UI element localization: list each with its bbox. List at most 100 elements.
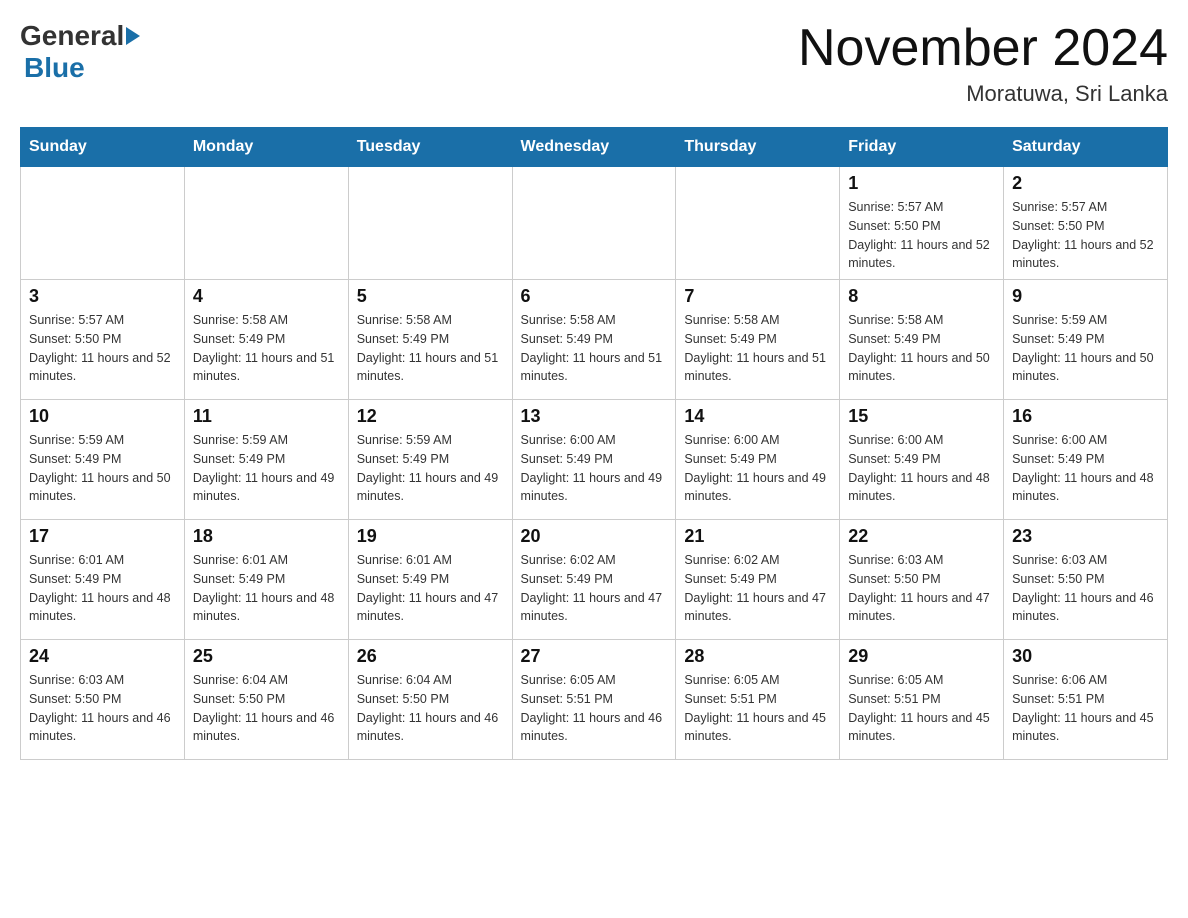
day-info: Sunrise: 5:59 AMSunset: 5:49 PMDaylight:…: [29, 431, 176, 506]
calendar-cell: 7 Sunrise: 5:58 AMSunset: 5:49 PMDaylight…: [676, 280, 840, 400]
day-number: 8: [848, 286, 995, 307]
day-number: 11: [193, 406, 340, 427]
day-number: 13: [521, 406, 668, 427]
day-number: 14: [684, 406, 831, 427]
calendar-cell: 24 Sunrise: 6:03 AMSunset: 5:50 PMDayligh…: [21, 640, 185, 760]
day-info: Sunrise: 6:03 AMSunset: 5:50 PMDaylight:…: [29, 671, 176, 746]
day-info: Sunrise: 6:00 AMSunset: 5:49 PMDaylight:…: [684, 431, 831, 506]
day-number: 24: [29, 646, 176, 667]
day-number: 26: [357, 646, 504, 667]
logo-arrow-icon: [126, 27, 140, 45]
day-number: 23: [1012, 526, 1159, 547]
calendar-cell: 14 Sunrise: 6:00 AMSunset: 5:49 PMDayligh…: [676, 400, 840, 520]
calendar-cell: 4 Sunrise: 5:58 AMSunset: 5:49 PMDaylight…: [184, 280, 348, 400]
calendar-cell: 30 Sunrise: 6:06 AMSunset: 5:51 PMDayligh…: [1004, 640, 1168, 760]
day-info: Sunrise: 5:57 AMSunset: 5:50 PMDaylight:…: [29, 311, 176, 386]
weekday-header-tuesday: Tuesday: [348, 128, 512, 167]
day-number: 21: [684, 526, 831, 547]
month-title: November 2024: [798, 20, 1168, 77]
day-number: 3: [29, 286, 176, 307]
calendar-cell: [348, 167, 512, 280]
day-info: Sunrise: 6:00 AMSunset: 5:49 PMDaylight:…: [848, 431, 995, 506]
calendar-cell: 5Sunrise: 5:58 AMSunset: 5:49 PMDaylight…: [348, 280, 512, 400]
calendar-cell: 9 Sunrise: 5:59 AMSunset: 5:49 PMDaylight…: [1004, 280, 1168, 400]
calendar-cell: [512, 167, 676, 280]
calendar-cell: [676, 167, 840, 280]
day-number: 10: [29, 406, 176, 427]
calendar-cell: 10 Sunrise: 5:59 AMSunset: 5:49 PMDayligh…: [21, 400, 185, 520]
day-info: Sunrise: 5:57 AMSunset: 5:50 PMDaylight:…: [848, 198, 995, 273]
week-row-5: 24 Sunrise: 6:03 AMSunset: 5:50 PMDayligh…: [21, 640, 1168, 760]
day-number: 19: [357, 526, 504, 547]
day-info: Sunrise: 5:59 AMSunset: 5:49 PMDaylight:…: [193, 431, 340, 506]
calendar-cell: 3 Sunrise: 5:57 AMSunset: 5:50 PMDaylight…: [21, 280, 185, 400]
day-number: 9: [1012, 286, 1159, 307]
calendar-cell: 28 Sunrise: 6:05 AMSunset: 5:51 PMDayligh…: [676, 640, 840, 760]
calendar-cell: 19 Sunrise: 6:01 AMSunset: 5:49 PMDayligh…: [348, 520, 512, 640]
day-info: Sunrise: 5:58 AMSunset: 5:49 PMDaylight:…: [357, 311, 504, 386]
calendar-cell: 16 Sunrise: 6:00 AMSunset: 5:49 PMDayligh…: [1004, 400, 1168, 520]
calendar-cell: 27 Sunrise: 6:05 AMSunset: 5:51 PMDayligh…: [512, 640, 676, 760]
day-number: 28: [684, 646, 831, 667]
calendar-cell: 21Sunrise: 6:02 AMSunset: 5:49 PMDayligh…: [676, 520, 840, 640]
calendar-table: SundayMondayTuesdayWednesdayThursdayFrid…: [20, 127, 1168, 760]
day-info: Sunrise: 5:59 AMSunset: 5:49 PMDaylight:…: [1012, 311, 1159, 386]
day-info: Sunrise: 5:59 AMSunset: 5:49 PMDaylight:…: [357, 431, 504, 506]
location: Moratuwa, Sri Lanka: [798, 81, 1168, 107]
weekday-header-saturday: Saturday: [1004, 128, 1168, 167]
weekday-header-row: SundayMondayTuesdayWednesdayThursdayFrid…: [21, 128, 1168, 167]
week-row-4: 17 Sunrise: 6:01 AMSunset: 5:49 PMDayligh…: [21, 520, 1168, 640]
day-info: Sunrise: 6:03 AMSunset: 5:50 PMDaylight:…: [848, 551, 995, 626]
day-info: Sunrise: 6:02 AMSunset: 5:49 PMDaylight:…: [521, 551, 668, 626]
day-info: Sunrise: 6:01 AMSunset: 5:49 PMDaylight:…: [29, 551, 176, 626]
logo: General Blue: [20, 20, 142, 84]
week-row-1: 1Sunrise: 5:57 AMSunset: 5:50 PMDaylight…: [21, 167, 1168, 280]
calendar-cell: 25 Sunrise: 6:04 AMSunset: 5:50 PMDayligh…: [184, 640, 348, 760]
day-info: Sunrise: 5:58 AMSunset: 5:49 PMDaylight:…: [848, 311, 995, 386]
day-number: 7: [684, 286, 831, 307]
day-info: Sunrise: 6:06 AMSunset: 5:51 PMDaylight:…: [1012, 671, 1159, 746]
day-number: 25: [193, 646, 340, 667]
calendar-cell: 2 Sunrise: 5:57 AMSunset: 5:50 PMDaylight…: [1004, 167, 1168, 280]
calendar-cell: 29Sunrise: 6:05 AMSunset: 5:51 PMDayligh…: [840, 640, 1004, 760]
day-number: 15: [848, 406, 995, 427]
logo-general-text: General: [20, 20, 124, 52]
day-number: 12: [357, 406, 504, 427]
day-info: Sunrise: 5:58 AMSunset: 5:49 PMDaylight:…: [521, 311, 668, 386]
day-info: Sunrise: 6:04 AMSunset: 5:50 PMDaylight:…: [193, 671, 340, 746]
title-section: November 2024 Moratuwa, Sri Lanka: [798, 20, 1168, 107]
day-number: 22: [848, 526, 995, 547]
day-number: 6: [521, 286, 668, 307]
weekday-header-wednesday: Wednesday: [512, 128, 676, 167]
day-number: 2: [1012, 173, 1159, 194]
weekday-header-friday: Friday: [840, 128, 1004, 167]
day-info: Sunrise: 6:05 AMSunset: 5:51 PMDaylight:…: [684, 671, 831, 746]
day-info: Sunrise: 6:04 AMSunset: 5:50 PMDaylight:…: [357, 671, 504, 746]
calendar-cell: 17 Sunrise: 6:01 AMSunset: 5:49 PMDayligh…: [21, 520, 185, 640]
day-info: Sunrise: 6:00 AMSunset: 5:49 PMDaylight:…: [1012, 431, 1159, 506]
calendar-cell: 18Sunrise: 6:01 AMSunset: 5:49 PMDayligh…: [184, 520, 348, 640]
day-number: 16: [1012, 406, 1159, 427]
day-info: Sunrise: 6:01 AMSunset: 5:49 PMDaylight:…: [357, 551, 504, 626]
day-number: 17: [29, 526, 176, 547]
calendar-cell: 20Sunrise: 6:02 AMSunset: 5:49 PMDayligh…: [512, 520, 676, 640]
calendar-cell: [21, 167, 185, 280]
day-info: Sunrise: 6:05 AMSunset: 5:51 PMDaylight:…: [521, 671, 668, 746]
day-info: Sunrise: 5:58 AMSunset: 5:49 PMDaylight:…: [193, 311, 340, 386]
day-info: Sunrise: 5:58 AMSunset: 5:49 PMDaylight:…: [684, 311, 831, 386]
calendar-cell: [184, 167, 348, 280]
calendar-cell: 12 Sunrise: 5:59 AMSunset: 5:49 PMDayligh…: [348, 400, 512, 520]
day-number: 4: [193, 286, 340, 307]
calendar-cell: 22 Sunrise: 6:03 AMSunset: 5:50 PMDayligh…: [840, 520, 1004, 640]
calendar-cell: 15 Sunrise: 6:00 AMSunset: 5:49 PMDayligh…: [840, 400, 1004, 520]
day-number: 30: [1012, 646, 1159, 667]
calendar-cell: 8 Sunrise: 5:58 AMSunset: 5:49 PMDaylight…: [840, 280, 1004, 400]
day-info: Sunrise: 6:01 AMSunset: 5:49 PMDaylight:…: [193, 551, 340, 626]
page-header: General Blue November 2024 Moratuwa, Sri…: [20, 20, 1168, 107]
calendar-cell: 6 Sunrise: 5:58 AMSunset: 5:49 PMDaylight…: [512, 280, 676, 400]
day-number: 27: [521, 646, 668, 667]
day-info: Sunrise: 6:00 AMSunset: 5:49 PMDaylight:…: [521, 431, 668, 506]
day-info: Sunrise: 5:57 AMSunset: 5:50 PMDaylight:…: [1012, 198, 1159, 273]
calendar-cell: 26 Sunrise: 6:04 AMSunset: 5:50 PMDayligh…: [348, 640, 512, 760]
day-number: 29: [848, 646, 995, 667]
